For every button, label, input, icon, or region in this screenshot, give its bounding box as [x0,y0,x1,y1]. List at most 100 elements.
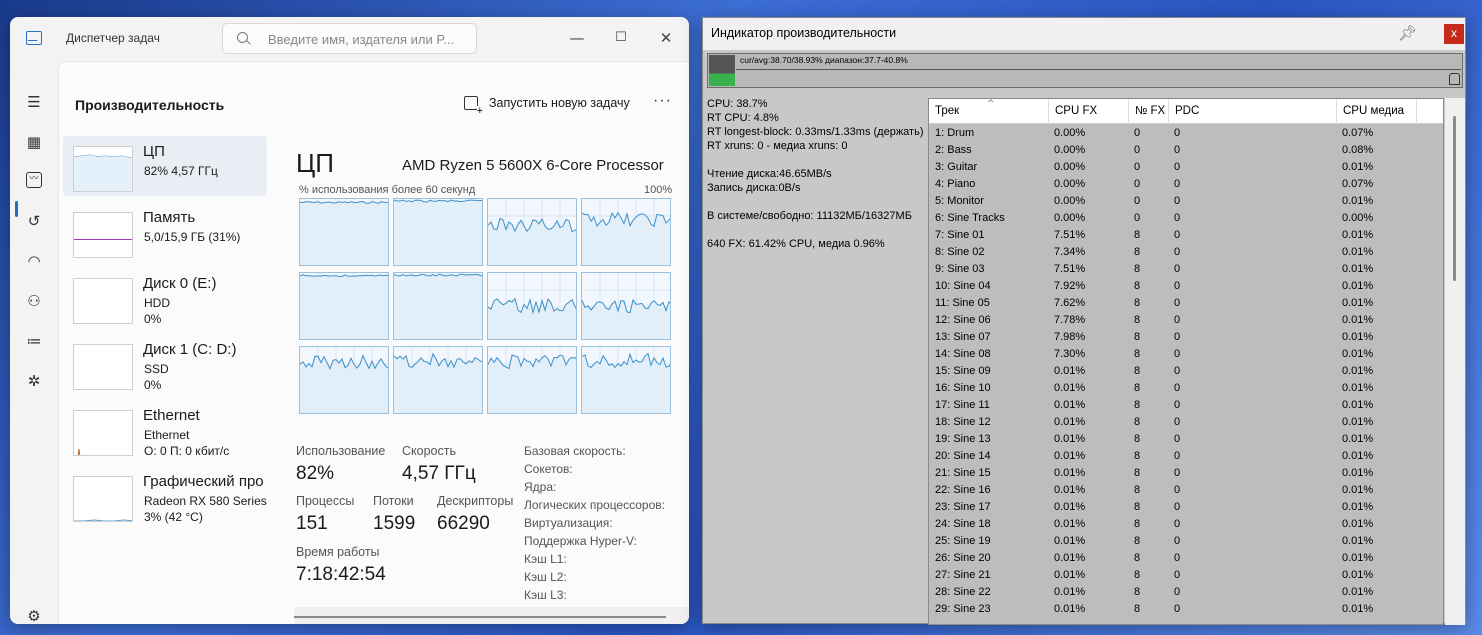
vertical-scrollbar[interactable] [1445,98,1465,625]
close-button[interactable]: x [1444,24,1464,44]
table-cell: 20: Sine 14 [935,450,991,462]
table-row[interactable]: 21: Sine 15 0.01% 8 0 0.01% [929,465,1443,482]
processes-icon[interactable]: ▦ [24,132,44,152]
table-cell: 0.01% [1054,433,1086,445]
cpu-core-graph [299,272,389,340]
table-row[interactable]: 13: Sine 07 7.98% 8 0 0.01% [929,329,1443,346]
table-cell: 0.01% [1054,518,1086,530]
table-row[interactable]: 6: Sine Tracks 0.00% 0 0 0.00% [929,210,1443,227]
table-cell: 0.01% [1342,467,1374,479]
table-row[interactable]: 16: Sine 10 0.01% 8 0 0.01% [929,380,1443,397]
scrollbar-thumb[interactable] [294,616,666,618]
table-cell: 0 [1174,603,1181,615]
performance-panel: Производительность Запустить новую задач… [58,61,689,624]
graph-caption: % использования более 60 секунд [299,184,476,196]
table-cell: 12: Sine 06 [935,314,991,326]
disk1-thumbnail-graph [73,344,133,390]
resource-disk-0[interactable]: Диск 0 (E:) HDD 0% [63,268,267,328]
table-cell: 0.01% [1054,382,1086,394]
table-row[interactable]: 23: Sine 17 0.01% 8 0 0.01% [929,499,1443,516]
maximize-button[interactable]: ☐ [606,25,636,51]
table-cell: 3: Guitar [935,161,978,173]
column-fx-count[interactable]: № FX [1129,99,1169,124]
stat-spacer [707,223,924,237]
table-row[interactable]: 24: Sine 18 0.01% 8 0 0.01% [929,516,1443,533]
table-cell: 8 [1134,314,1141,326]
table-row[interactable]: 19: Sine 13 0.01% 8 0 0.01% [929,431,1443,448]
table-row[interactable]: 12: Sine 06 7.78% 8 0 0.01% [929,312,1443,329]
close-button[interactable]: ✕ [651,25,681,51]
column-pdc[interactable]: PDC [1169,99,1337,124]
startup-apps-icon[interactable]: ◠ [24,251,44,271]
table-cell: 8 [1134,433,1141,445]
table-cell: 24: Sine 18 [935,518,991,530]
table-cell: 8 [1134,569,1141,581]
table-cell: 5: Monitor [935,195,984,207]
resource-ethernet[interactable]: Ethernet Ethernet О: 0 П: 0 кбит/с [63,400,267,460]
settings-icon[interactable]: ⚙ [24,606,44,624]
new-task-button[interactable]: Запустить новую задачу [489,96,630,110]
new-task-icon[interactable] [464,96,483,116]
resource-disk-1[interactable]: Диск 1 (C: D:) SSD 0% [63,334,267,394]
table-row[interactable]: 11: Sine 05 7.62% 8 0 0.01% [929,295,1443,312]
table-row[interactable]: 9: Sine 03 7.51% 8 0 0.01% [929,261,1443,278]
table-cell: 0.01% [1342,263,1374,275]
table-row[interactable]: 10: Sine 04 7.92% 8 0 0.01% [929,278,1443,295]
table-cell: 0.01% [1342,586,1374,598]
table-cell: 0.07% [1342,178,1374,190]
table-cell: 13: Sine 07 [935,331,991,343]
table-cell: 0.01% [1054,535,1086,547]
resource-memory[interactable]: Память 5,0/15,9 ГБ (31%) [63,202,267,262]
table-cell: 0 [1174,518,1181,530]
table-row[interactable]: 28: Sine 22 0.01% 8 0 0.01% [929,584,1443,601]
resource-gpu[interactable]: Графический про Radeon RX 580 Series 3% … [63,466,267,526]
column-cpu-fx[interactable]: CPU FX [1049,99,1129,124]
scrollbar-thumb[interactable] [1453,116,1456,281]
column-cpu-media[interactable]: CPU медиа [1337,99,1417,124]
table-row[interactable]: 8: Sine 02 7.34% 8 0 0.01% [929,244,1443,261]
table-row[interactable]: 27: Sine 21 0.01% 8 0 0.01% [929,567,1443,584]
minimize-button[interactable]: — [562,25,592,51]
performance-icon[interactable]: 〰 [26,172,42,188]
search-input[interactable] [268,30,468,48]
ethernet-thumbnail-graph [73,410,133,456]
table-row[interactable]: 29: Sine 23 0.01% 8 0 0.01% [929,601,1443,618]
table-cell: 0.01% [1342,229,1374,241]
stats-block: CPU: 38.7% RT CPU: 4.8% RT longest-block… [707,97,924,251]
table-row[interactable]: 25: Sine 19 0.01% 8 0 0.01% [929,533,1443,550]
search-box[interactable] [222,23,477,54]
track-table: Трек ^ CPU FX № FX PDC CPU медиа 1: Drum… [928,98,1444,625]
table-row[interactable]: 1: Drum 0.00% 0 0 0.07% [929,125,1443,142]
hamburger-menu-icon[interactable]: ☰ [24,92,44,112]
speed-label: Скорость [402,444,456,458]
table-row[interactable]: 5: Monitor 0.00% 0 0 0.01% [929,193,1443,210]
users-icon[interactable]: ⚇ [24,291,44,311]
more-options-button[interactable]: ··· [653,92,672,110]
table-row[interactable]: 17: Sine 11 0.01% 8 0 0.01% [929,397,1443,414]
spec-base-speed: Базовая скорость: [524,444,626,458]
table-row[interactable]: 2: Bass 0.00% 0 0 0.08% [929,142,1443,159]
table-cell: 0 [1174,178,1181,190]
details-icon[interactable]: ≔ [24,331,44,351]
cpu-thumbnail-graph [73,146,133,192]
table-row[interactable]: 14: Sine 08 7.30% 8 0 0.01% [929,346,1443,363]
services-icon[interactable]: ✲ [24,371,44,391]
handles-value: 66290 [437,513,490,534]
table-row[interactable]: 15: Sine 09 0.01% 8 0 0.01% [929,363,1443,380]
table-row[interactable]: 7: Sine 01 7.51% 8 0 0.01% [929,227,1443,244]
cpu-heading: ЦП [296,148,334,178]
table-row[interactable]: 3: Guitar 0.00% 0 0 0.01% [929,159,1443,176]
table-cell: 0.01% [1054,484,1086,496]
table-row[interactable]: 20: Sine 14 0.01% 8 0 0.01% [929,448,1443,465]
resource-cpu[interactable]: ЦП 82% 4,57 ГГц [63,136,267,196]
pin-icon[interactable]: 📌︎ [1398,24,1417,42]
table-row[interactable]: 22: Sine 16 0.01% 8 0 0.01% [929,482,1443,499]
app-history-icon[interactable]: ↺ [24,211,44,231]
table-row[interactable]: 26: Sine 20 0.01% 8 0 0.01% [929,550,1443,567]
resize-handle-icon[interactable] [1449,73,1460,85]
table-row[interactable]: 18: Sine 12 0.01% 8 0 0.01% [929,414,1443,431]
table-row[interactable]: 4: Piano 0.00% 0 0 0.07% [929,176,1443,193]
table-cell: 0.01% [1342,416,1374,428]
table-cell: 0 [1174,195,1181,207]
cpu-core-graph [487,198,577,266]
